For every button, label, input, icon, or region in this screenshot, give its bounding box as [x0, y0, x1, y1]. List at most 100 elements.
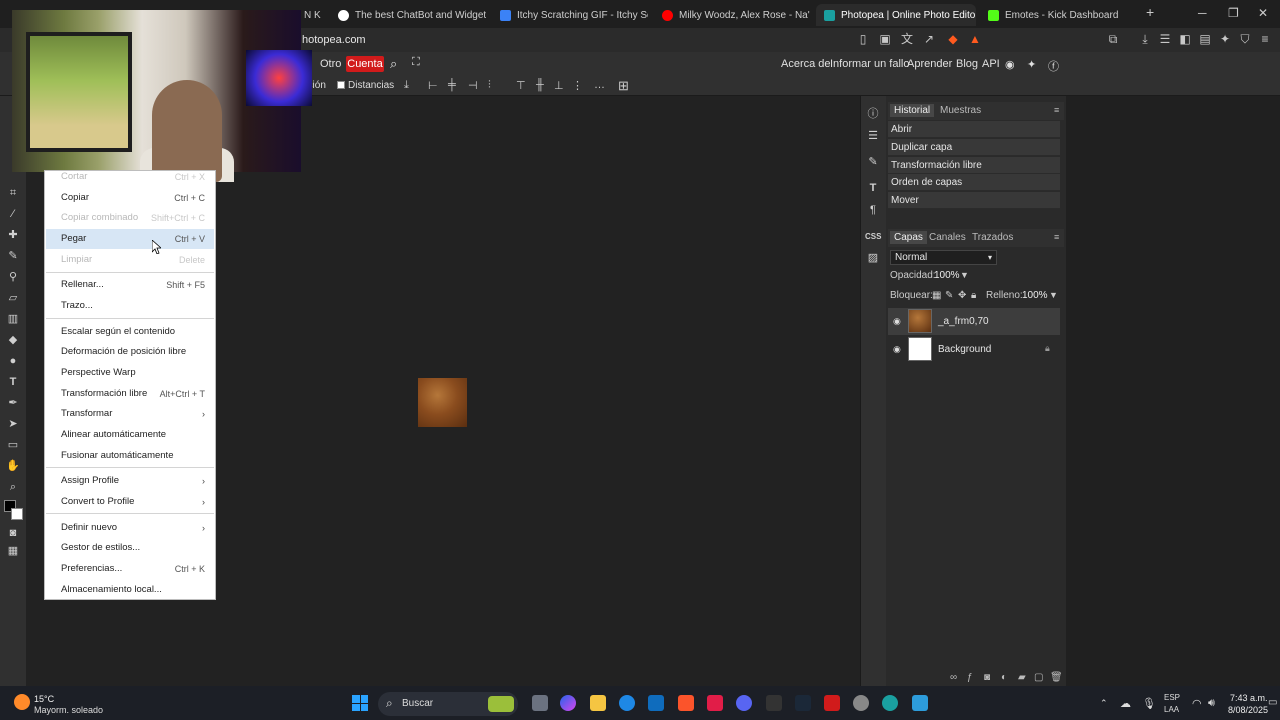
brush-settings-icon[interactable]: ✎	[865, 154, 881, 170]
hand-tool-icon[interactable]: ✋	[6, 459, 20, 473]
tray-cloud-icon[interactable]: ☁	[1120, 697, 1131, 710]
css-icon[interactable]: CSS	[865, 229, 881, 245]
menu-item-definir-nuevo[interactable]: Definir nuevo ›	[46, 518, 214, 538]
eye-icon[interactable]: ◉	[893, 316, 903, 326]
browser-tab[interactable]: The best ChatBot and Widgets for K	[330, 4, 486, 26]
menu-lines-icon[interactable]: ☰	[1158, 32, 1172, 46]
blend-mode-select[interactable]: Normal ▾	[890, 250, 997, 265]
dodge-tool-icon[interactable]: ●	[6, 354, 20, 368]
menu-item-transformar[interactable]: Transformar ›	[46, 404, 214, 424]
restore-icon[interactable]: ❐	[1228, 6, 1239, 20]
copilot-icon[interactable]	[560, 695, 576, 711]
taskbar-search[interactable]: ⌕ Buscar	[378, 692, 518, 716]
delete-layer-icon[interactable]: 🗑︎	[1050, 672, 1063, 683]
tab-canales[interactable]: Canales	[925, 231, 970, 244]
app-red-icon[interactable]	[824, 695, 840, 711]
menu-blog[interactable]: Blog	[956, 58, 978, 70]
lock-all-icon[interactable]: 🔒︎	[971, 290, 976, 301]
gradient-tool-icon[interactable]: ▥	[6, 312, 20, 326]
minimize-icon[interactable]: ─	[1198, 6, 1207, 20]
brave-icon[interactable]	[678, 695, 694, 711]
vpn-icon[interactable]: ⛉	[1238, 32, 1252, 46]
crop-tool-icon[interactable]: ⌗	[6, 186, 20, 200]
canvas-image-layer[interactable]	[418, 378, 467, 427]
tab-trazados[interactable]: Trazados	[968, 231, 1017, 244]
shape-tool-icon[interactable]: ▭	[6, 438, 20, 452]
history-item[interactable]: Orden de capas	[888, 174, 1060, 191]
brave-shield-icon[interactable]: ◆	[946, 32, 960, 46]
pen-tool-icon[interactable]: ✒	[6, 396, 20, 410]
type-tool-icon[interactable]: T	[6, 375, 20, 389]
menu-item-convert-profile[interactable]: Convert to Profile ›	[46, 492, 214, 512]
zoom-tool-icon[interactable]: ⌕	[6, 480, 20, 494]
menu-item-rellenar[interactable]: Rellenar... Shift + F5	[46, 275, 214, 295]
eraser-tool-icon[interactable]: ▱	[6, 291, 20, 305]
background-color-swatch[interactable]	[11, 508, 23, 520]
layer-mask-icon[interactable]: ◙	[984, 672, 990, 683]
menu-item-assign-profile[interactable]: Assign Profile ›	[46, 471, 214, 491]
browser-tab[interactable]: Itchy Scratching GIF - Itchy Scratchin	[492, 4, 648, 26]
task-view-icon[interactable]	[532, 695, 548, 711]
download-arrow-icon[interactable]: ⤓	[404, 79, 409, 92]
steam-icon[interactable]	[795, 695, 811, 711]
align-bottom-icon[interactable]: ⊥	[554, 79, 564, 92]
layer-style-icon[interactable]: ƒ	[967, 672, 973, 683]
history-item[interactable]: Transformación libre	[888, 157, 1060, 174]
align-center-icon[interactable]: ╪	[448, 79, 456, 91]
menu-item-gestor-estilos[interactable]: Gestor de estilos...	[46, 538, 214, 558]
capcut-icon[interactable]	[766, 695, 782, 711]
chatgpt-icon[interactable]	[882, 695, 898, 711]
menu-item-pegar[interactable]: Pegar Ctrl + V	[46, 229, 214, 249]
fill-dropdown-icon[interactable]: ▼	[1049, 290, 1058, 300]
menu-learn[interactable]: Aprender	[907, 58, 952, 70]
adjustment-layer-icon[interactable]: ◐	[1001, 672, 1007, 683]
menu-item-escalar-contenido[interactable]: Escalar según el contenido	[46, 322, 214, 342]
reddit-icon[interactable]: ◉	[1005, 58, 1015, 71]
fullscreen-icon[interactable]: ⛶	[412, 56, 420, 69]
menu-item-otro[interactable]: Otro	[320, 58, 341, 70]
wallet-icon[interactable]: ▤	[1198, 32, 1212, 46]
grid-icon[interactable]: ⊞	[618, 78, 629, 94]
sidebar-icon[interactable]: ◧	[1178, 32, 1192, 46]
tray-mic-icon[interactable]: 🎙︎	[1142, 697, 1156, 710]
layer-row[interactable]: ◉ _a_frm0,70	[888, 308, 1060, 335]
menu-item-deformacion[interactable]: Deformación de posición libre	[46, 342, 214, 362]
character-icon[interactable]: T	[865, 180, 881, 196]
distances-checkbox[interactable]	[337, 81, 345, 89]
path-select-tool-icon[interactable]: ➤	[6, 417, 20, 431]
file-explorer-icon[interactable]	[590, 695, 606, 711]
browser-tab-active[interactable]: Photopea | Online Photo Editor ✕	[816, 4, 976, 26]
screenshot-icon[interactable]: ▣	[878, 32, 892, 46]
align-middle-icon[interactable]: ╫	[536, 79, 544, 91]
panel-menu-icon[interactable]: ≡	[1050, 231, 1063, 243]
menu-item-copiar[interactable]: Copiar Ctrl + C	[46, 188, 214, 208]
page-icon[interactable]: ▯	[856, 32, 870, 46]
tab-historial[interactable]: Historial	[890, 104, 935, 117]
lock-transparency-icon[interactable]: ▦	[932, 290, 941, 301]
close-window-icon[interactable]: ✕	[1258, 6, 1268, 20]
menu-item-fusionar[interactable]: Fusionar automáticamente	[46, 446, 214, 466]
weather-icon[interactable]	[14, 694, 30, 710]
facebook-icon[interactable]: ⓕ	[1048, 58, 1059, 74]
notifications-icon[interactable]: ▭	[1268, 697, 1277, 708]
browser-tab[interactable]: Emotes - Kick Dashboard	[980, 4, 1130, 26]
eyedropper-tool-icon[interactable]: ⁄	[6, 207, 20, 221]
image-icon[interactable]: ▨	[865, 250, 881, 266]
blur-tool-icon[interactable]: ◆	[6, 333, 20, 347]
tab-muestras[interactable]: Muestras	[936, 104, 985, 117]
tab-capas[interactable]: Capas	[890, 231, 927, 244]
align-left-icon[interactable]: ⊢	[428, 79, 438, 92]
notepad-icon[interactable]	[912, 695, 928, 711]
history-item[interactable]: Duplicar capa	[888, 139, 1060, 156]
menu-item-transformacion-libre[interactable]: Transformación libre Alt+Ctrl + T	[46, 384, 214, 404]
screen-mode-icon[interactable]: ▦	[6, 544, 20, 558]
twitter-icon[interactable]: ✦	[1027, 58, 1036, 71]
new-group-icon[interactable]: ▰	[1018, 672, 1026, 683]
opacity-dropdown-icon[interactable]: ▼	[960, 270, 969, 280]
translate-icon[interactable]: 文	[900, 32, 914, 46]
healing-tool-icon[interactable]: ✚	[6, 228, 20, 242]
edge-icon[interactable]	[619, 695, 635, 711]
distribute-icon[interactable]: ⫶	[488, 79, 491, 92]
new-layer-icon[interactable]: ▢	[1034, 672, 1043, 683]
new-tab-button[interactable]: +	[1146, 4, 1154, 20]
